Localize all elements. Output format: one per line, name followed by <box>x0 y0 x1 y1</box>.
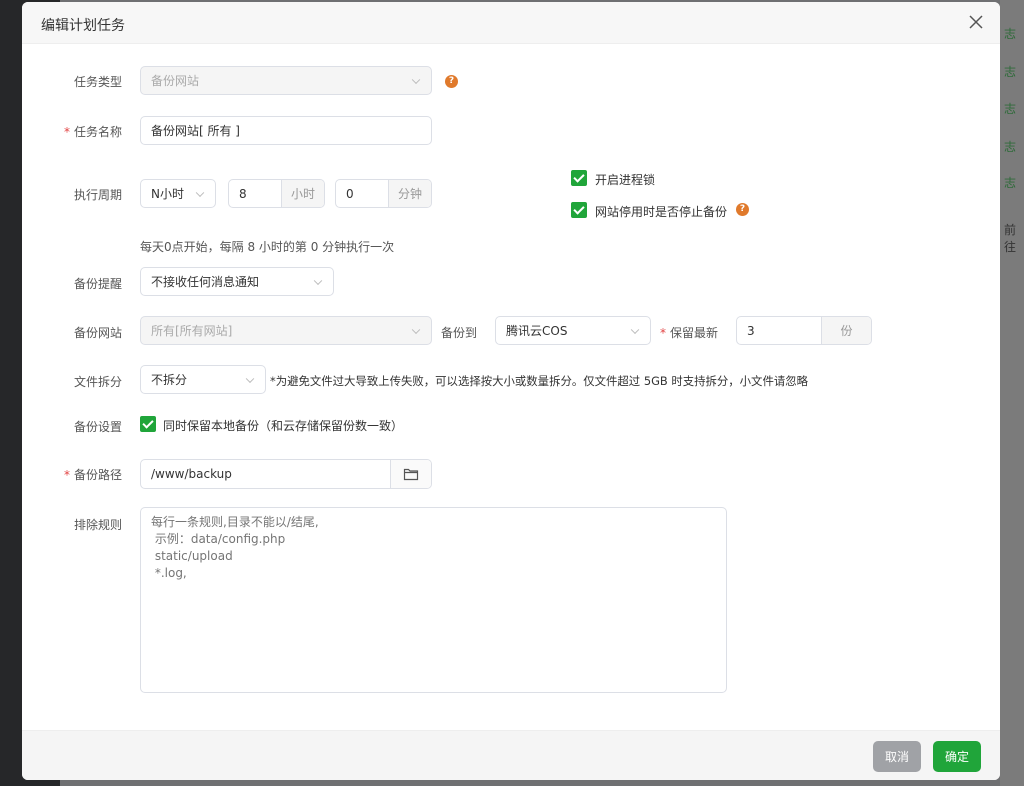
task-type-value: 备份网站 <box>151 74 200 88</box>
cycle-label: 执行周期 <box>73 188 122 202</box>
split-select[interactable]: 不拆分 <box>140 365 266 394</box>
chevron-down-icon <box>411 75 421 84</box>
help-icon[interactable]: ? <box>736 203 749 216</box>
exclude-label: 排除规则 <box>73 518 122 532</box>
cycle-type-select[interactable]: N小时 <box>140 179 216 208</box>
keep-local-checkbox[interactable] <box>140 416 156 432</box>
notify-label: 备份提醒 <box>73 277 122 291</box>
hours-unit: 小时 <box>281 180 324 207</box>
stop-on-disable-checkbox[interactable] <box>571 202 587 218</box>
cycle-hint: 每天0点开始，每隔 8 小时的第 0 分钟执行一次 <box>140 240 395 254</box>
task-name-input[interactable]: 备份网站[ 所有 ] <box>140 116 432 145</box>
keep-input[interactable]: 3份 <box>736 316 872 345</box>
background-text: 志 <box>1004 102 1017 116</box>
chevron-down-icon <box>313 276 323 285</box>
chevron-down-icon <box>411 325 421 334</box>
split-label: 文件拆分 <box>73 375 122 389</box>
keep-unit: 份 <box>821 317 871 344</box>
background-page <box>1000 0 1024 786</box>
task-type-label: 任务类型 <box>73 75 122 89</box>
cancel-button[interactable]: 取消 <box>873 741 921 772</box>
dialog-footer: 取消 确定 <box>22 730 1000 780</box>
site-select[interactable]: 所有[所有网站] <box>140 316 432 345</box>
settings-label: 备份设置 <box>73 420 122 434</box>
chevron-down-icon <box>195 188 205 197</box>
exclude-textarea[interactable] <box>140 507 727 693</box>
background-text: 志 <box>1004 27 1017 41</box>
folder-button[interactable] <box>390 460 431 488</box>
chevron-down-icon <box>245 374 255 383</box>
site-label: 备份网站 <box>73 326 122 340</box>
dialog-header: 编辑计划任务 <box>22 2 1000 44</box>
backup-to-label: 备份到 <box>441 326 478 340</box>
process-lock-checkbox[interactable] <box>571 170 587 186</box>
dialog-title: 编辑计划任务 <box>41 18 125 34</box>
stop-on-disable-label: 网站停用时是否停止备份 <box>595 205 728 219</box>
background-goto: 前往 <box>1004 223 1017 254</box>
close-icon[interactable] <box>966 12 986 32</box>
background-text: 志 <box>1004 140 1017 154</box>
edit-task-dialog: 编辑计划任务 任务类型 备份网站 ? * 任务名称 备份网站[ 所有 ] 执行周期… <box>22 2 1000 780</box>
notify-select[interactable]: 不接收任何消息通知 <box>140 267 334 296</box>
split-note: *为避免文件过大导致上传失败，可以选择按大小或数量拆分。仅文件超过 5GB 时支… <box>270 374 809 388</box>
minutes-unit: 分钟 <box>388 180 431 207</box>
backup-to-select[interactable]: 腾讯云COS <box>495 316 651 345</box>
process-lock-label: 开启进程锁 <box>595 173 656 187</box>
confirm-button[interactable]: 确定 <box>933 741 981 772</box>
keep-label: * 保留最新 <box>660 326 719 340</box>
path-input[interactable]: /www/backup <box>140 459 432 489</box>
task-type-select[interactable]: 备份网站 <box>140 66 432 95</box>
task-name-label: * 任务名称 <box>63 125 122 139</box>
chevron-down-icon <box>630 325 640 334</box>
background-text: 志 <box>1004 65 1017 79</box>
hours-input[interactable]: 8 小时 <box>228 179 325 208</box>
path-label: * 备份路径 <box>63 468 122 482</box>
keep-local-label: 同时保留本地备份（和云存储保留份数一致） <box>163 419 404 433</box>
help-icon[interactable]: ? <box>445 75 458 88</box>
folder-icon <box>403 468 419 481</box>
background-text: 志 <box>1004 176 1017 190</box>
minutes-input[interactable]: 0 分钟 <box>335 179 432 208</box>
